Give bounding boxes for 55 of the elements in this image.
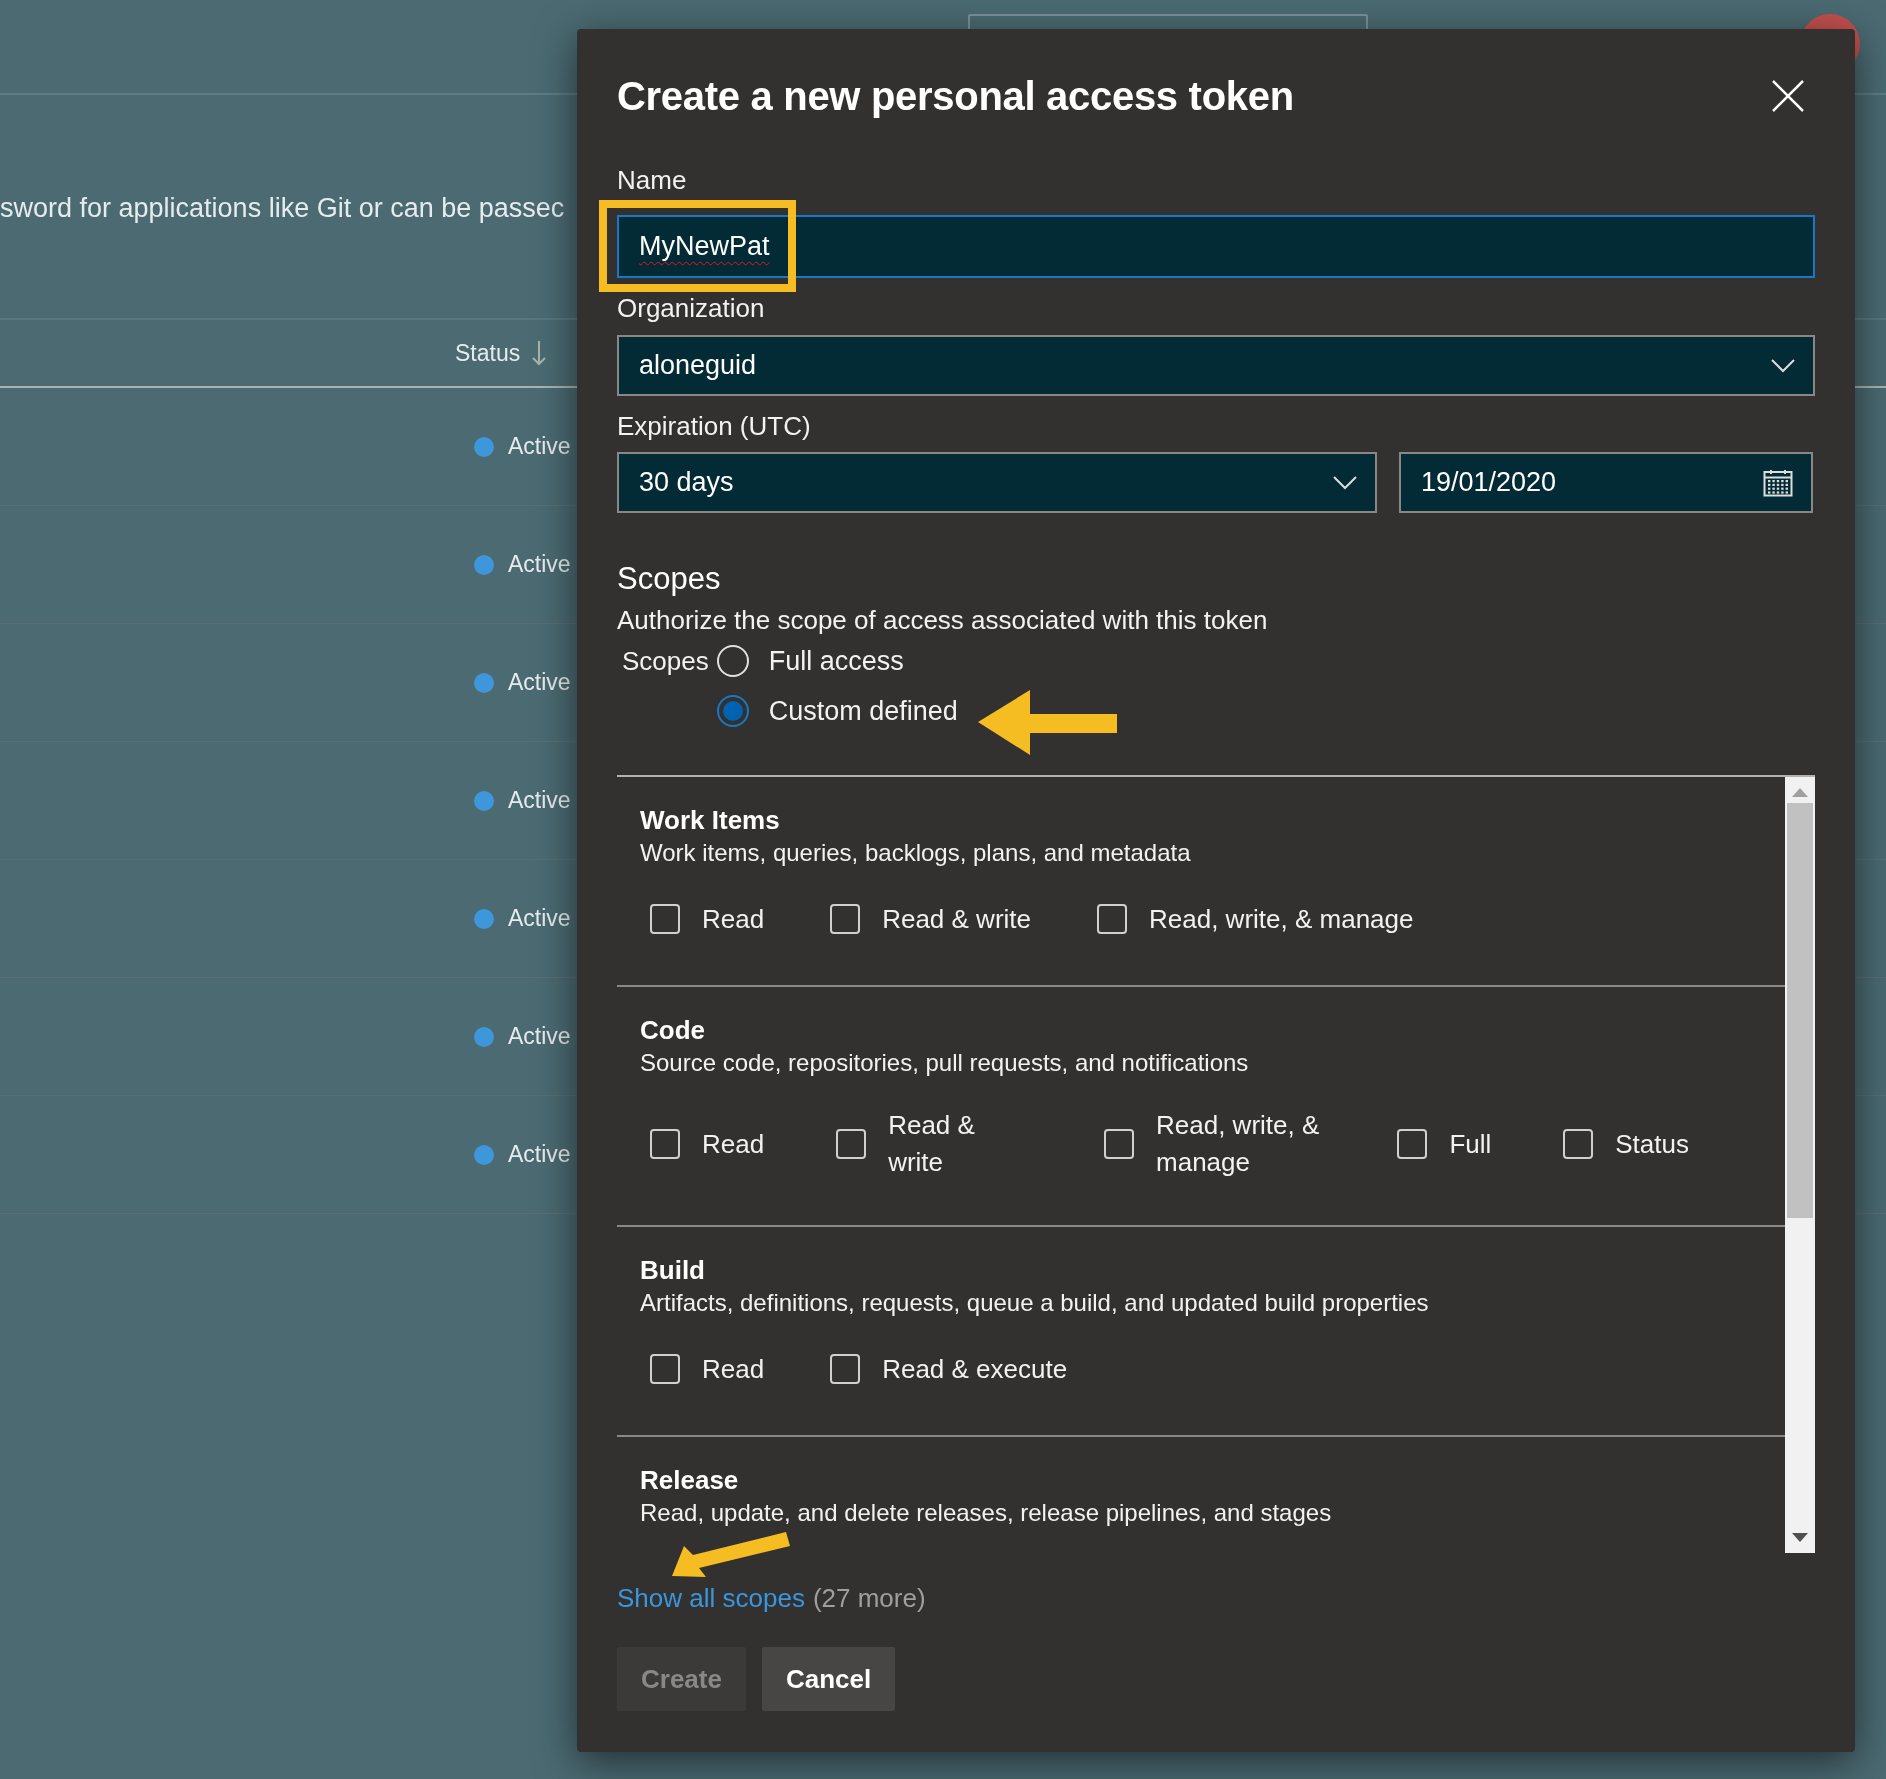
name-input-field[interactable]: MyNewPat xyxy=(617,215,1815,278)
status-dot xyxy=(474,908,494,929)
radio-group-label: Scopes xyxy=(621,645,709,678)
field-label: Organization xyxy=(617,293,765,323)
more-count: (27 more) xyxy=(812,1582,926,1615)
scrollbar[interactable] xyxy=(1785,777,1815,1553)
status-dot xyxy=(474,1026,494,1047)
scope-checkbox[interactable]: Read & execute xyxy=(830,1350,1068,1388)
scope-title: Code xyxy=(640,1014,706,1047)
status-text: Active xyxy=(508,1141,571,1168)
scope-checkbox[interactable]: Status xyxy=(1563,1125,1689,1163)
status-text: Active xyxy=(508,1023,571,1050)
status-dot xyxy=(474,1144,494,1165)
scope-checkbox[interactable]: Read, write, & manage xyxy=(1104,1107,1326,1181)
scope-checkbox[interactable]: Read & write xyxy=(830,900,1031,938)
scroll-down-icon[interactable] xyxy=(1792,1533,1808,1543)
scope-checkbox[interactable]: Read, write, & manage xyxy=(1097,900,1414,938)
scope-title: Build xyxy=(640,1254,706,1287)
radio-option[interactable]: Custom defined xyxy=(716,689,958,733)
chevron-down-icon xyxy=(1333,475,1357,490)
date-field[interactable]: 19/01/2020 xyxy=(1399,452,1813,513)
section-description: Authorize the scope of access associated with this token xyxy=(617,604,1269,637)
status-dot xyxy=(474,790,494,811)
field-label: Name xyxy=(617,165,687,195)
scope-title: Release xyxy=(640,1464,740,1497)
scope-checkbox[interactable]: Read xyxy=(650,1350,765,1388)
section-heading: Scopes xyxy=(617,560,722,598)
scope-description: Read, update, and delete releases, release pipelines, and stages xyxy=(640,1498,1333,1528)
status-text: Active xyxy=(508,551,571,578)
status-text: Active xyxy=(508,669,571,696)
status-dot xyxy=(474,672,494,693)
scope-checkbox[interactable]: Full xyxy=(1397,1125,1492,1163)
expiration-dropdown[interactable]: 30 days xyxy=(617,452,1377,513)
close-icon[interactable] xyxy=(1771,79,1805,113)
radio-option[interactable]: Full access xyxy=(716,639,958,683)
chevron-down-icon xyxy=(1771,358,1795,373)
scope-description: Source code, repositories, pull requests, and notifications xyxy=(640,1048,1250,1078)
scope-checkbox[interactable]: Read xyxy=(650,1125,765,1163)
show-all-scopes-link[interactable]: Show all scopes xyxy=(617,1581,805,1615)
scope-description: Artifacts, definitions, requests, queue a build, and updated build properties xyxy=(640,1288,1430,1318)
field-label: Expiration (UTC) xyxy=(617,411,811,441)
dialog-button[interactable]: Cancel xyxy=(761,1647,896,1711)
status-dot xyxy=(474,436,494,457)
status-text: Active xyxy=(508,787,571,814)
scope-checkbox[interactable]: Read xyxy=(650,900,765,938)
scope-description: Work items, queries, backlogs, plans, and metadata xyxy=(640,838,1192,868)
column-header[interactable]: Status xyxy=(455,339,521,367)
status-dot xyxy=(474,554,494,575)
status-text: Active xyxy=(508,905,571,932)
organization-dropdown[interactable]: aloneguid xyxy=(617,335,1815,396)
status-text: Active xyxy=(508,433,571,460)
scope-checkbox[interactable]: Read & write xyxy=(836,1107,1032,1181)
scope-title: Work Items xyxy=(640,804,781,837)
calendar-icon[interactable] xyxy=(1763,468,1793,497)
sort-down-icon xyxy=(532,340,547,366)
